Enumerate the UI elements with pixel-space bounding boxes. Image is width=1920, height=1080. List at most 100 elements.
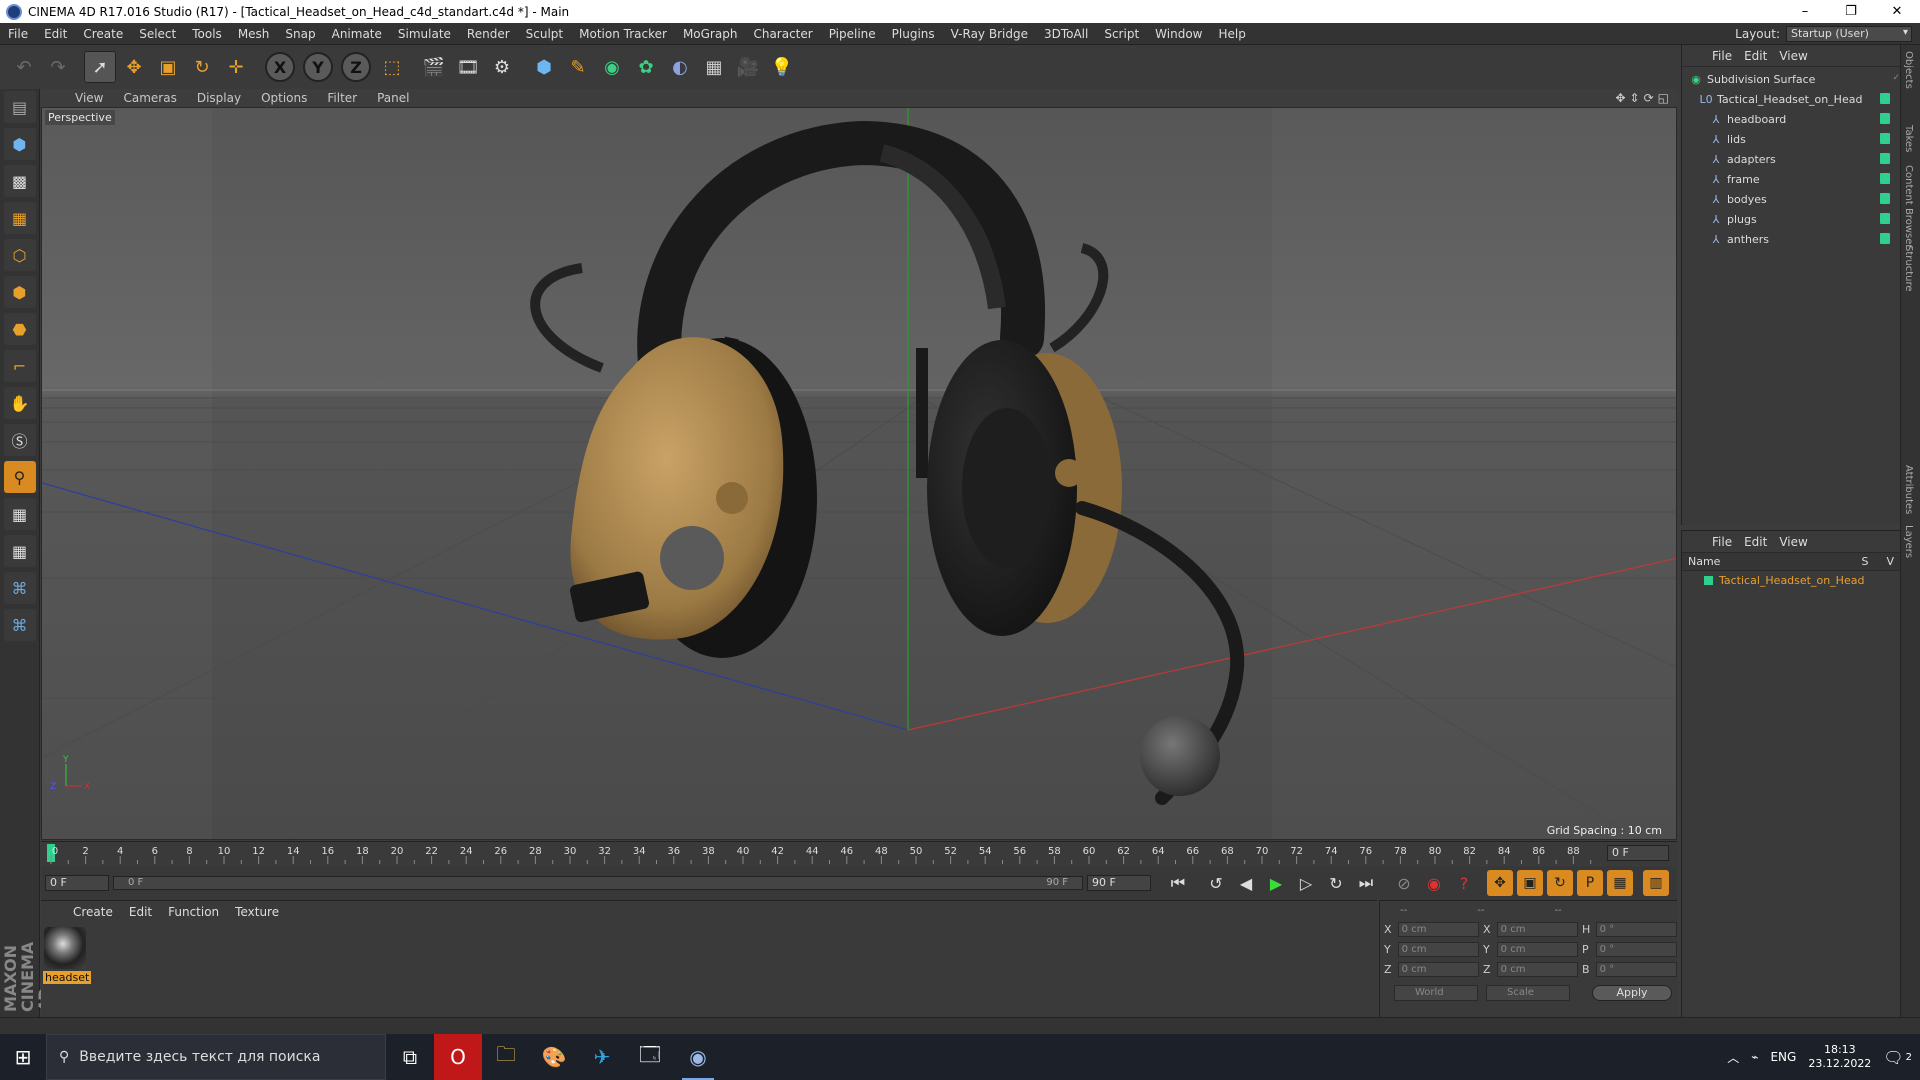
layer-color-tag[interactable] (1880, 233, 1890, 244)
subdivision-surface-icon[interactable]: ◉ (596, 51, 628, 83)
object-row[interactable]: ⅄ headboard (1682, 109, 1900, 129)
layer-color-tag[interactable] (1880, 93, 1890, 104)
menu-mograph[interactable]: MoGraph (675, 27, 746, 41)
material-menu-create[interactable]: Create (65, 905, 121, 919)
task-view-icon[interactable]: ⧉ (386, 1034, 434, 1080)
app-icon[interactable]: 🗔 (626, 1034, 674, 1080)
layer-color-tag[interactable] (1880, 153, 1890, 164)
key-pla-icon[interactable]: ▦ (1607, 870, 1633, 896)
paint-icon[interactable]: 🎨 (530, 1034, 578, 1080)
material-menu-texture[interactable]: Texture (227, 905, 287, 919)
key-position-icon[interactable]: ✥ (1487, 870, 1513, 896)
tweak-mode-icon[interactable]: ✋ (3, 387, 36, 419)
select-tool-icon[interactable]: ➚ (84, 51, 116, 83)
menu-motion-tracker[interactable]: Motion Tracker (571, 27, 675, 41)
coord-field[interactable]: 0 ° (1595, 921, 1677, 937)
menu-script[interactable]: Script (1096, 27, 1147, 41)
viewport-menu-filter[interactable]: Filter (317, 91, 367, 105)
viewport-menu-options[interactable]: Options (251, 91, 317, 105)
coord-field[interactable]: 0 cm (1397, 961, 1479, 977)
coord-field[interactable]: 0 cm (1397, 921, 1479, 937)
timeline-ruler[interactable]: 0 2 4 6 8 10 12 14 16 18 20 22 24 26 28 30 32 34 36 38 40 42 4… (41, 841, 1677, 865)
layer-color-tag[interactable] (1880, 173, 1890, 184)
menu-file[interactable]: File (0, 27, 36, 41)
restore-button[interactable]: ❐ (1828, 0, 1874, 23)
cube-primitive-icon[interactable]: ⬢ (528, 51, 560, 83)
layer-color-tag[interactable] (1880, 193, 1890, 204)
side-tab-objects[interactable]: Objects (1903, 51, 1914, 89)
grid-snap-icon[interactable]: ▦ (3, 535, 36, 567)
file-explorer-icon[interactable]: 🗀 (482, 1034, 530, 1080)
notification-icon[interactable]: 🗨 (1883, 1048, 1903, 1067)
coord-field[interactable]: 0 cm (1496, 941, 1578, 957)
go-to-next-key-icon[interactable]: ↻ (1323, 870, 1349, 896)
object-menu-file[interactable]: File (1706, 49, 1738, 63)
world-dropdown[interactable]: World (1394, 985, 1478, 1001)
z-axis-lock-button[interactable]: Z (341, 52, 371, 82)
coord-field[interactable]: 0 cm (1397, 941, 1479, 957)
go-to-end-icon[interactable]: ⏭ (1353, 870, 1379, 896)
orbit-icon[interactable]: ⟳ (1644, 91, 1654, 105)
y-axis-lock-button[interactable]: Y (303, 52, 333, 82)
menu-help[interactable]: Help (1210, 27, 1253, 41)
minimize-button[interactable]: – (1782, 0, 1828, 23)
camera-icon[interactable]: 🎥 (732, 51, 764, 83)
perspective-viewport[interactable]: Y X Z Perspective Grid Spacing : 10 cm (41, 107, 1677, 840)
key-scale-icon[interactable]: ▣ (1517, 870, 1543, 896)
taskbar-search[interactable]: ⚲ Введите здесь текст для поиска (46, 1034, 386, 1080)
go-to-start-icon[interactable]: ⏮ (1165, 870, 1191, 896)
opera-icon[interactable]: O (434, 1034, 482, 1080)
edges-mode-icon[interactable]: ⬢ (3, 276, 36, 308)
menu-select[interactable]: Select (131, 27, 184, 41)
object-row[interactable]: ⅄ anthers (1682, 229, 1900, 249)
material-menu-function[interactable]: Function (160, 905, 227, 919)
menu-3dtoall[interactable]: 3DToAll (1036, 27, 1096, 41)
undo-icon[interactable]: ↶ (8, 51, 40, 83)
deformer-icon[interactable]: ◐ (664, 51, 696, 83)
windows-start-icon[interactable]: ⊞ (0, 1034, 46, 1080)
polygons-mode-icon[interactable]: ⬣ (3, 313, 36, 345)
pan-icon[interactable]: ✥ (1615, 91, 1625, 105)
key-parameter-icon[interactable]: P (1577, 870, 1603, 896)
layer-color-tag[interactable] (1880, 113, 1890, 124)
layer-color-tag[interactable] (1880, 213, 1890, 224)
pen-spline-icon[interactable]: ✎ (562, 51, 594, 83)
layer-row[interactable]: Tactical_Headset_on_Head (1682, 571, 1900, 589)
coord-field[interactable]: 0 ° (1595, 941, 1677, 957)
object-row[interactable]: L0 Tactical_Headset_on_Head (1682, 89, 1900, 109)
min-time-field[interactable]: 0 F (45, 875, 109, 891)
object-row[interactable]: ◉ Subdivision Surface ✓ (1682, 69, 1900, 89)
floor-icon[interactable]: ▦ (698, 51, 730, 83)
side-tab-structure[interactable]: Structure (1903, 245, 1914, 292)
magnet-icon[interactable]: ⚲ (3, 461, 36, 493)
preview-range-slider[interactable]: 0 F 90 F (113, 876, 1083, 890)
layer-color-tag[interactable] (1880, 133, 1890, 144)
cinema4d-taskbar-icon[interactable]: ◉ (674, 1034, 722, 1080)
redo-icon[interactable]: ↷ (42, 51, 74, 83)
render-settings-icon[interactable]: ⚙ (486, 51, 518, 83)
object-menu-view[interactable]: View (1773, 49, 1813, 63)
texture-mode-icon[interactable]: ▩ (3, 165, 36, 197)
material-swatch[interactable]: headset (43, 927, 92, 984)
snap-icon[interactable]: Ⓢ (3, 424, 36, 456)
language-indicator[interactable]: ENG (1770, 1050, 1796, 1064)
menu-plugins[interactable]: Plugins (884, 27, 943, 41)
coord-field[interactable]: 0 cm (1496, 921, 1578, 937)
workplane-lock-icon[interactable]: ▦ (3, 498, 36, 530)
menu-mesh[interactable]: Mesh (230, 27, 278, 41)
rotate-tool-icon[interactable]: ↻ (186, 51, 218, 83)
side-tab-layers[interactable]: Layers (1903, 525, 1914, 558)
light-icon[interactable]: 💡 (766, 51, 798, 83)
record-active-icon[interactable]: ◉ (1421, 870, 1447, 896)
model-mode-icon[interactable]: ⬢ (3, 128, 36, 160)
scale-dropdown[interactable]: Scale (1486, 985, 1570, 1001)
points-mode-icon[interactable]: ⬡ (3, 239, 36, 271)
dolly-icon[interactable]: ⇕ (1630, 91, 1640, 105)
object-menu-edit[interactable]: Edit (1738, 49, 1773, 63)
menu-render[interactable]: Render (459, 27, 518, 41)
scale-tool-icon[interactable]: ▣ (152, 51, 184, 83)
clock[interactable]: 18:13 23.12.2022 (1808, 1043, 1871, 1071)
timeline-window-icon[interactable]: ▥ (1643, 870, 1669, 896)
record-key-disabled-icon[interactable]: ⊘ (1391, 870, 1417, 896)
network-icon[interactable]: ⌁ (1751, 1050, 1758, 1064)
